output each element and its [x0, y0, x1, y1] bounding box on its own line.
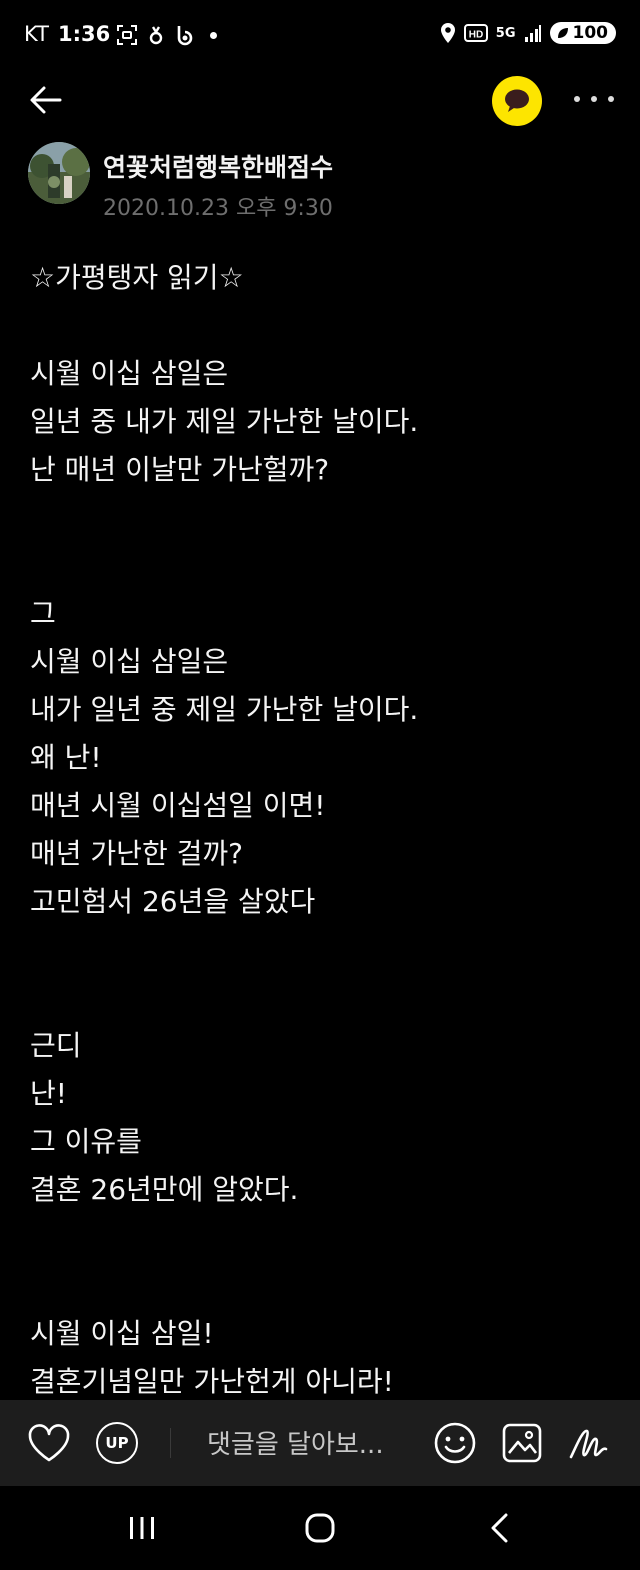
post-text-line: 난 매년 이날만 가난헐까? [30, 453, 330, 486]
home-icon [305, 1513, 335, 1543]
post-text-line: 왜 난! [30, 741, 102, 774]
up-button[interactable]: UP [95, 1420, 139, 1466]
battery-indicator: 100 [549, 22, 616, 44]
svg-text:HD: HD [469, 30, 483, 41]
home-button[interactable] [296, 1506, 344, 1550]
nav-back-button[interactable] [476, 1506, 524, 1550]
post-text-line: 일년 중 내가 제일 가난한 날이다. [30, 405, 419, 438]
post-text-line: 매년 시월 이십섬일 이면! [30, 789, 326, 822]
recent-apps-icon [130, 1517, 154, 1539]
image-icon [502, 1423, 542, 1463]
post-text-line: 그 이유를 [30, 1125, 142, 1158]
post-text-line: 내가 일년 중 제일 가난한 날이다. [30, 693, 419, 726]
up-badge: UP [96, 1422, 138, 1464]
handwriting-button[interactable] [566, 1420, 614, 1466]
status-time: 1:36 [58, 22, 111, 46]
post-date: 2020.10.23 오후 9:30 [103, 196, 333, 221]
emoticon-button[interactable] [433, 1420, 477, 1466]
network-type-label: 5G [495, 25, 516, 41]
post-text-line: 시월 이십 삼일! [30, 1317, 214, 1350]
signal-icon [524, 25, 541, 42]
author-name[interactable]: 연꽃처럼행복한배점수 [103, 148, 333, 184]
arrow-left-icon [30, 86, 62, 114]
up-label: UP [105, 1434, 129, 1452]
post-text-line: 그 [30, 597, 56, 630]
post-text-line: 매년 가난한 걸까? [30, 837, 243, 870]
post-content: ☆가평탱자 읽기☆ 시월 이십 삼일은 일년 중 내가 제일 가난한 날이다. 난 매… [30, 254, 620, 1400]
post-text-line: 근디 [30, 1029, 82, 1062]
kakaotalk-share-button[interactable] [492, 76, 542, 126]
more-notifications-dot [210, 31, 217, 39]
comment-bar-divider [170, 1428, 171, 1458]
hd-voice-icon: HD [463, 24, 488, 42]
status-bar: KT 1:36 HD 5G 100 [0, 0, 640, 72]
avatar-photo-icon [28, 142, 90, 204]
system-nav-bar [0, 1486, 640, 1570]
post-text-line: 난! [30, 1077, 67, 1110]
recent-apps-button[interactable] [118, 1506, 166, 1550]
location-icon [440, 23, 455, 43]
more-options-button[interactable] [574, 84, 614, 114]
comment-input[interactable]: 댓글을 달아보... [207, 1424, 384, 1461]
comment-bar: UP 댓글을 달아보... [0, 1400, 640, 1486]
more-horizontal-icon [574, 96, 580, 102]
app-notification-icon [149, 26, 163, 45]
post-text-line: 고민험서 26년을 살았다 [30, 885, 316, 918]
author-avatar[interactable] [28, 142, 90, 204]
heart-icon [28, 1424, 70, 1462]
band-app-icon [177, 26, 193, 46]
screenshot-icon [117, 25, 137, 45]
post-text-line: 시월 이십 삼일은 [30, 645, 229, 678]
post-text-line: 결혼기념일만 가난헌게 아니라! [30, 1365, 394, 1398]
kakaotalk-chat-icon [505, 89, 529, 112]
back-button[interactable] [26, 80, 66, 120]
battery-saver-icon [557, 28, 568, 38]
like-button[interactable] [26, 1420, 72, 1466]
post-text-line: 결혼 26년만에 알았다. [30, 1173, 299, 1206]
post-text-line: 시월 이십 삼일은 [30, 357, 229, 390]
attach-image-button[interactable] [500, 1420, 544, 1466]
post-text-line: ☆가평탱자 읽기☆ [30, 261, 244, 294]
nav-back-icon [491, 1513, 508, 1543]
battery-level: 100 [572, 23, 609, 43]
handwriting-icon [569, 1429, 608, 1459]
carrier-label: KT [24, 22, 49, 46]
smiley-icon [434, 1422, 476, 1464]
